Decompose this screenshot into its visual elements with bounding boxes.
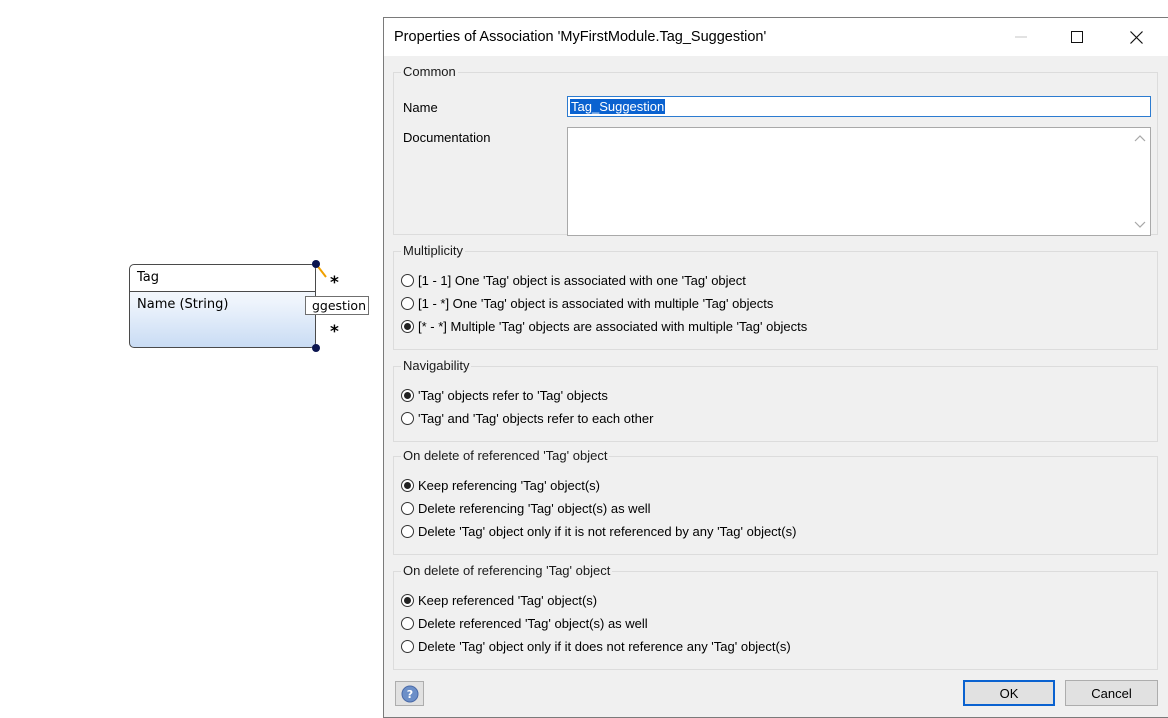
- delete-referencing-option-cascade[interactable]: Delete referenced 'Tag' object(s) as wel…: [401, 614, 648, 632]
- delete-referencing-legend: On delete of referencing 'Tag' object: [401, 563, 613, 578]
- radio-button[interactable]: [401, 296, 414, 310]
- documentation-field[interactable]: [567, 127, 1151, 236]
- radio-label: [* - *] Multiple 'Tag' objects are assoc…: [418, 318, 808, 334]
- radio-label: 'Tag' objects refer to 'Tag' objects: [418, 387, 608, 403]
- radio-label: Keep referencing 'Tag' object(s): [418, 477, 601, 493]
- minimize-icon: [1015, 36, 1027, 38]
- multiplicity-option-one-to-one[interactable]: [1 - 1] One 'Tag' object is associated w…: [401, 271, 746, 289]
- delete-referenced-legend: On delete of referenced 'Tag' object: [401, 448, 610, 463]
- radio-label: [1 - *] One 'Tag' object is associated w…: [418, 295, 774, 311]
- entity-attribute: Name (String): [137, 297, 229, 312]
- multiplicity-top: *: [330, 273, 339, 293]
- delete-referenced-option-cascade[interactable]: Delete referencing 'Tag' object(s) as we…: [401, 499, 651, 517]
- connector-handle-bottom[interactable]: [312, 344, 320, 352]
- name-field-value: Tag_Suggestion: [570, 99, 666, 114]
- scroll-up-icon[interactable]: [1134, 133, 1146, 143]
- delete-referencing-group: On delete of referencing 'Tag' object Ke…: [393, 563, 1158, 670]
- common-legend: Common: [401, 64, 458, 79]
- delete-referenced-group: On delete of referenced 'Tag' object Kee…: [393, 448, 1158, 555]
- delete-referencing-option-prevent[interactable]: Delete 'Tag' object only if it does not …: [401, 637, 791, 655]
- name-field[interactable]: Tag_Suggestion: [567, 96, 1151, 117]
- radio-label: Delete 'Tag' object only if it does not …: [418, 638, 791, 654]
- association-properties-dialog: Properties of Association 'MyFirstModule…: [383, 17, 1168, 718]
- scroll-down-icon[interactable]: [1134, 220, 1146, 230]
- name-label: Name: [403, 100, 438, 115]
- navigability-option-one-way[interactable]: 'Tag' objects refer to 'Tag' objects: [401, 386, 608, 404]
- radio-label: Keep referenced 'Tag' object(s): [418, 592, 598, 608]
- radio-button-selected[interactable]: [401, 478, 414, 492]
- radio-button[interactable]: [401, 273, 414, 287]
- cancel-button[interactable]: Cancel: [1065, 680, 1158, 706]
- connector-handle-top[interactable]: [312, 260, 320, 268]
- radio-label: Delete referenced 'Tag' object(s) as wel…: [418, 615, 648, 631]
- close-button[interactable]: [1113, 18, 1159, 56]
- multiplicity-option-one-to-many[interactable]: [1 - *] One 'Tag' object is associated w…: [401, 294, 773, 312]
- radio-button[interactable]: [401, 501, 414, 515]
- documentation-label: Documentation: [403, 130, 491, 145]
- radio-button[interactable]: [401, 616, 414, 630]
- help-button[interactable]: ?: [395, 681, 424, 706]
- radio-button[interactable]: [401, 411, 414, 425]
- help-icon: ?: [401, 685, 418, 702]
- delete-referencing-option-keep[interactable]: Keep referenced 'Tag' object(s): [401, 591, 597, 609]
- radio-button[interactable]: [401, 639, 414, 653]
- multiplicity-group: Multiplicity [1 - 1] One 'Tag' object is…: [393, 243, 1158, 350]
- multiplicity-option-many-to-many[interactable]: [* - *] Multiple 'Tag' objects are assoc…: [401, 317, 807, 335]
- radio-label: 'Tag' and 'Tag' objects refer to each ot…: [418, 410, 654, 426]
- minimize-button[interactable]: [998, 18, 1044, 56]
- navigability-option-both[interactable]: 'Tag' and 'Tag' objects refer to each ot…: [401, 409, 653, 427]
- radio-button[interactable]: [401, 524, 414, 538]
- maximize-icon: [1071, 31, 1083, 43]
- svg-text:?: ?: [406, 688, 412, 701]
- entity-tag[interactable]: Tag Name (String): [129, 264, 316, 348]
- navigability-group: Navigability 'Tag' objects refer to 'Tag…: [393, 358, 1158, 442]
- association-connector: [315, 263, 327, 278]
- title-bar: Properties of Association 'MyFirstModule…: [384, 18, 1168, 56]
- multiplicity-legend: Multiplicity: [401, 243, 465, 258]
- radio-button-selected[interactable]: [401, 593, 414, 607]
- entity-title: Tag: [130, 265, 315, 292]
- radio-label: Delete 'Tag' object only if it is not re…: [418, 523, 797, 539]
- navigability-legend: Navigability: [401, 358, 472, 373]
- delete-referenced-option-prevent[interactable]: Delete 'Tag' object only if it is not re…: [401, 522, 796, 540]
- radio-label: Delete referencing 'Tag' object(s) as we…: [418, 500, 651, 516]
- dialog-title: Properties of Association 'MyFirstModule…: [394, 29, 767, 45]
- ok-button[interactable]: OK: [963, 680, 1055, 706]
- multiplicity-bottom: *: [330, 322, 339, 342]
- close-icon: [1129, 30, 1143, 44]
- maximize-button[interactable]: [1054, 18, 1100, 56]
- association-label[interactable]: ggestion: [305, 296, 369, 315]
- delete-referenced-option-keep[interactable]: Keep referencing 'Tag' object(s): [401, 476, 600, 494]
- radio-label: [1 - 1] One 'Tag' object is associated w…: [418, 272, 746, 288]
- radio-button-selected[interactable]: [401, 319, 414, 333]
- common-group: Common Name Tag_Suggestion Documentation: [393, 64, 1158, 236]
- radio-button-selected[interactable]: [401, 388, 414, 402]
